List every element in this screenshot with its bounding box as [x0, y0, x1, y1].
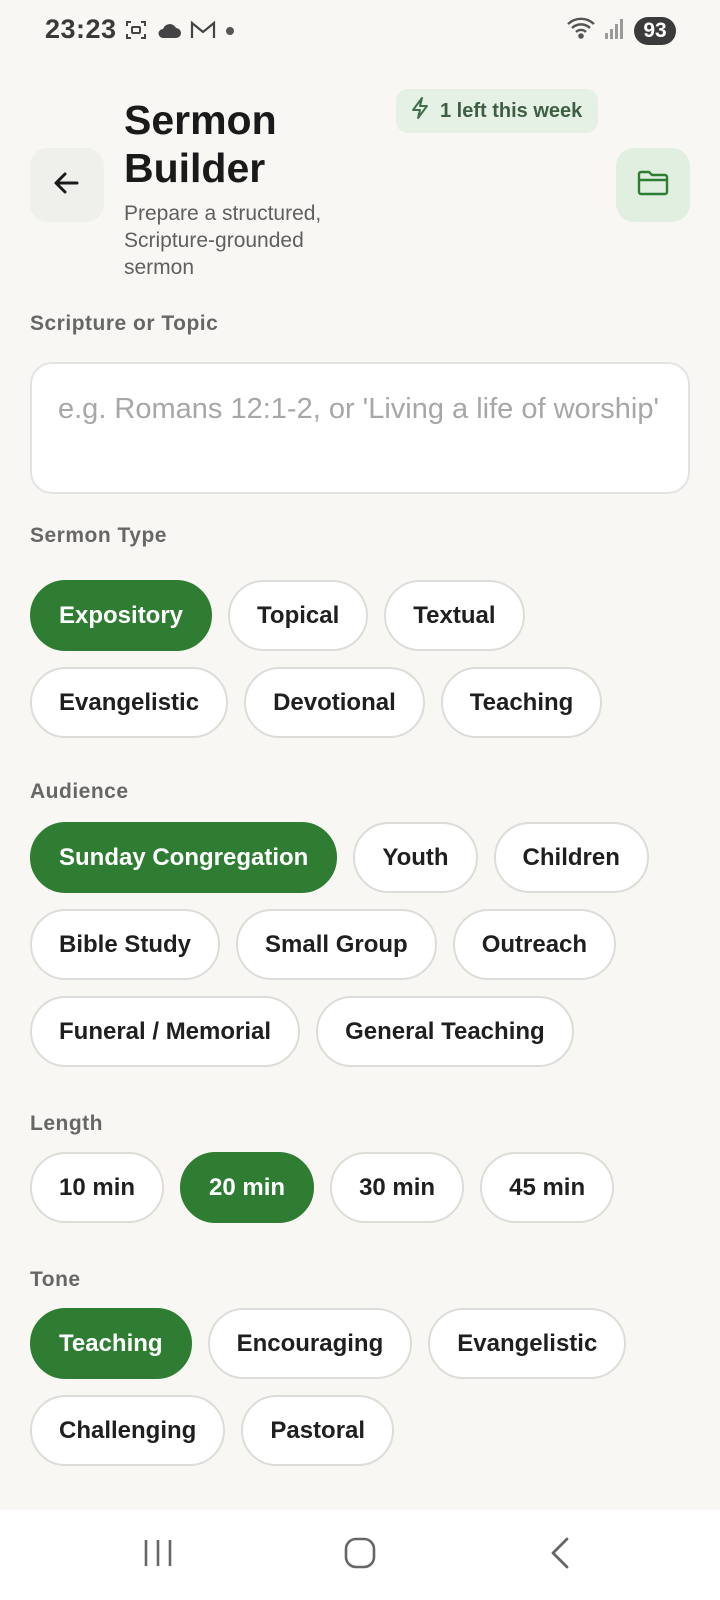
chip-10-min[interactable]: 10 min [30, 1152, 165, 1223]
length-label: Length [30, 1112, 103, 1135]
chevron-left-icon [545, 1535, 575, 1576]
page-title-line1: Sermon [124, 97, 277, 143]
recent-apps-icon [141, 1536, 175, 1575]
chip-expository[interactable]: Expository [30, 580, 213, 651]
chip-encouraging[interactable]: Encouraging [207, 1308, 413, 1379]
chip-textual[interactable]: Textual [384, 580, 525, 651]
chip-small-group[interactable]: Small Group [236, 909, 437, 980]
tone-row-2: Challenging Pastoral [30, 1395, 395, 1466]
status-icons-right: 93 [566, 16, 676, 45]
audience-row-3: Funeral / Memorial General Teaching [30, 996, 574, 1067]
length-row: 10 min 20 min 30 min 45 min [30, 1152, 615, 1223]
saved-sermons-button[interactable] [616, 148, 690, 222]
scripture-input[interactable]: e.g. Romans 12:1-2, or 'Living a life of… [30, 362, 690, 494]
chip-youth[interactable]: Youth [353, 822, 478, 893]
chip-funeral-memorial[interactable]: Funeral / Memorial [30, 996, 301, 1067]
chip-tone-evangelistic[interactable]: Evangelistic [428, 1308, 627, 1379]
tone-row-1: Teaching Encouraging Evangelistic [30, 1308, 627, 1379]
chip-children[interactable]: Children [493, 822, 649, 893]
screen: 23:23 93 Sermon Builder Prepare a struct… [0, 0, 720, 1600]
wifi-icon [566, 16, 596, 45]
system-back-button[interactable] [530, 1530, 590, 1580]
recent-apps-button[interactable] [128, 1530, 188, 1580]
chip-tone-teaching[interactable]: Teaching [30, 1308, 192, 1379]
dot-icon [224, 24, 236, 42]
page-title-line2: Builder [124, 145, 266, 191]
system-nav-bar [0, 1510, 720, 1600]
signal-icon [604, 16, 626, 45]
audience-label: Audience [30, 780, 129, 803]
usage-text: 1 left this week [440, 99, 583, 122]
sermon-type-label: Sermon Type [30, 524, 167, 547]
home-icon [342, 1535, 378, 1576]
chip-pastoral[interactable]: Pastoral [241, 1395, 395, 1466]
screenshot-icon [124, 18, 148, 47]
lightning-icon [410, 96, 430, 126]
arrow-left-icon [51, 167, 83, 204]
usage-badge: 1 left this week [396, 89, 599, 133]
page-subtitle: Prepare a structured, Scripture-grounded… [124, 202, 322, 279]
sermon-type-row-1: Expository Topical Textual [30, 580, 525, 651]
chip-general-teaching[interactable]: General Teaching [316, 996, 574, 1067]
scripture-placeholder: e.g. Romans 12:1-2, or 'Living a life of… [58, 393, 660, 425]
status-time: 23:23 [45, 14, 117, 44]
chip-teaching[interactable]: Teaching [440, 667, 603, 738]
chip-45-min[interactable]: 45 min [480, 1152, 615, 1223]
back-button[interactable] [30, 148, 104, 222]
gmail-icon [190, 20, 216, 45]
chip-challenging[interactable]: Challenging [30, 1395, 226, 1466]
scripture-label: Scripture or Topic [30, 312, 219, 335]
page-title: Sermon Builder [124, 96, 374, 192]
chip-evangelistic[interactable]: Evangelistic [30, 667, 229, 738]
chip-20-min[interactable]: 20 min [180, 1152, 315, 1223]
chip-topical[interactable]: Topical [228, 580, 369, 651]
tone-label: Tone [30, 1268, 81, 1291]
chip-bible-study[interactable]: Bible Study [30, 909, 221, 980]
chip-devotional[interactable]: Devotional [244, 667, 425, 738]
chip-outreach[interactable]: Outreach [452, 909, 617, 980]
chip-30-min[interactable]: 30 min [330, 1152, 465, 1223]
status-bar: 23:23 93 [0, 0, 720, 64]
sermon-type-row-2: Evangelistic Devotional Teaching [30, 667, 603, 738]
status-icons-left [124, 18, 236, 47]
home-button[interactable] [330, 1530, 390, 1580]
cloud-icon [156, 20, 182, 45]
audience-row-1: Sunday Congregation Youth Children [30, 822, 649, 893]
folder-icon [636, 168, 670, 203]
chip-sunday-congregation[interactable]: Sunday Congregation [30, 822, 338, 893]
battery-level: 93 [634, 16, 676, 45]
audience-row-2: Bible Study Small Group Outreach [30, 909, 617, 980]
title-block: Sermon Builder Prepare a structured, Scr… [124, 96, 374, 281]
